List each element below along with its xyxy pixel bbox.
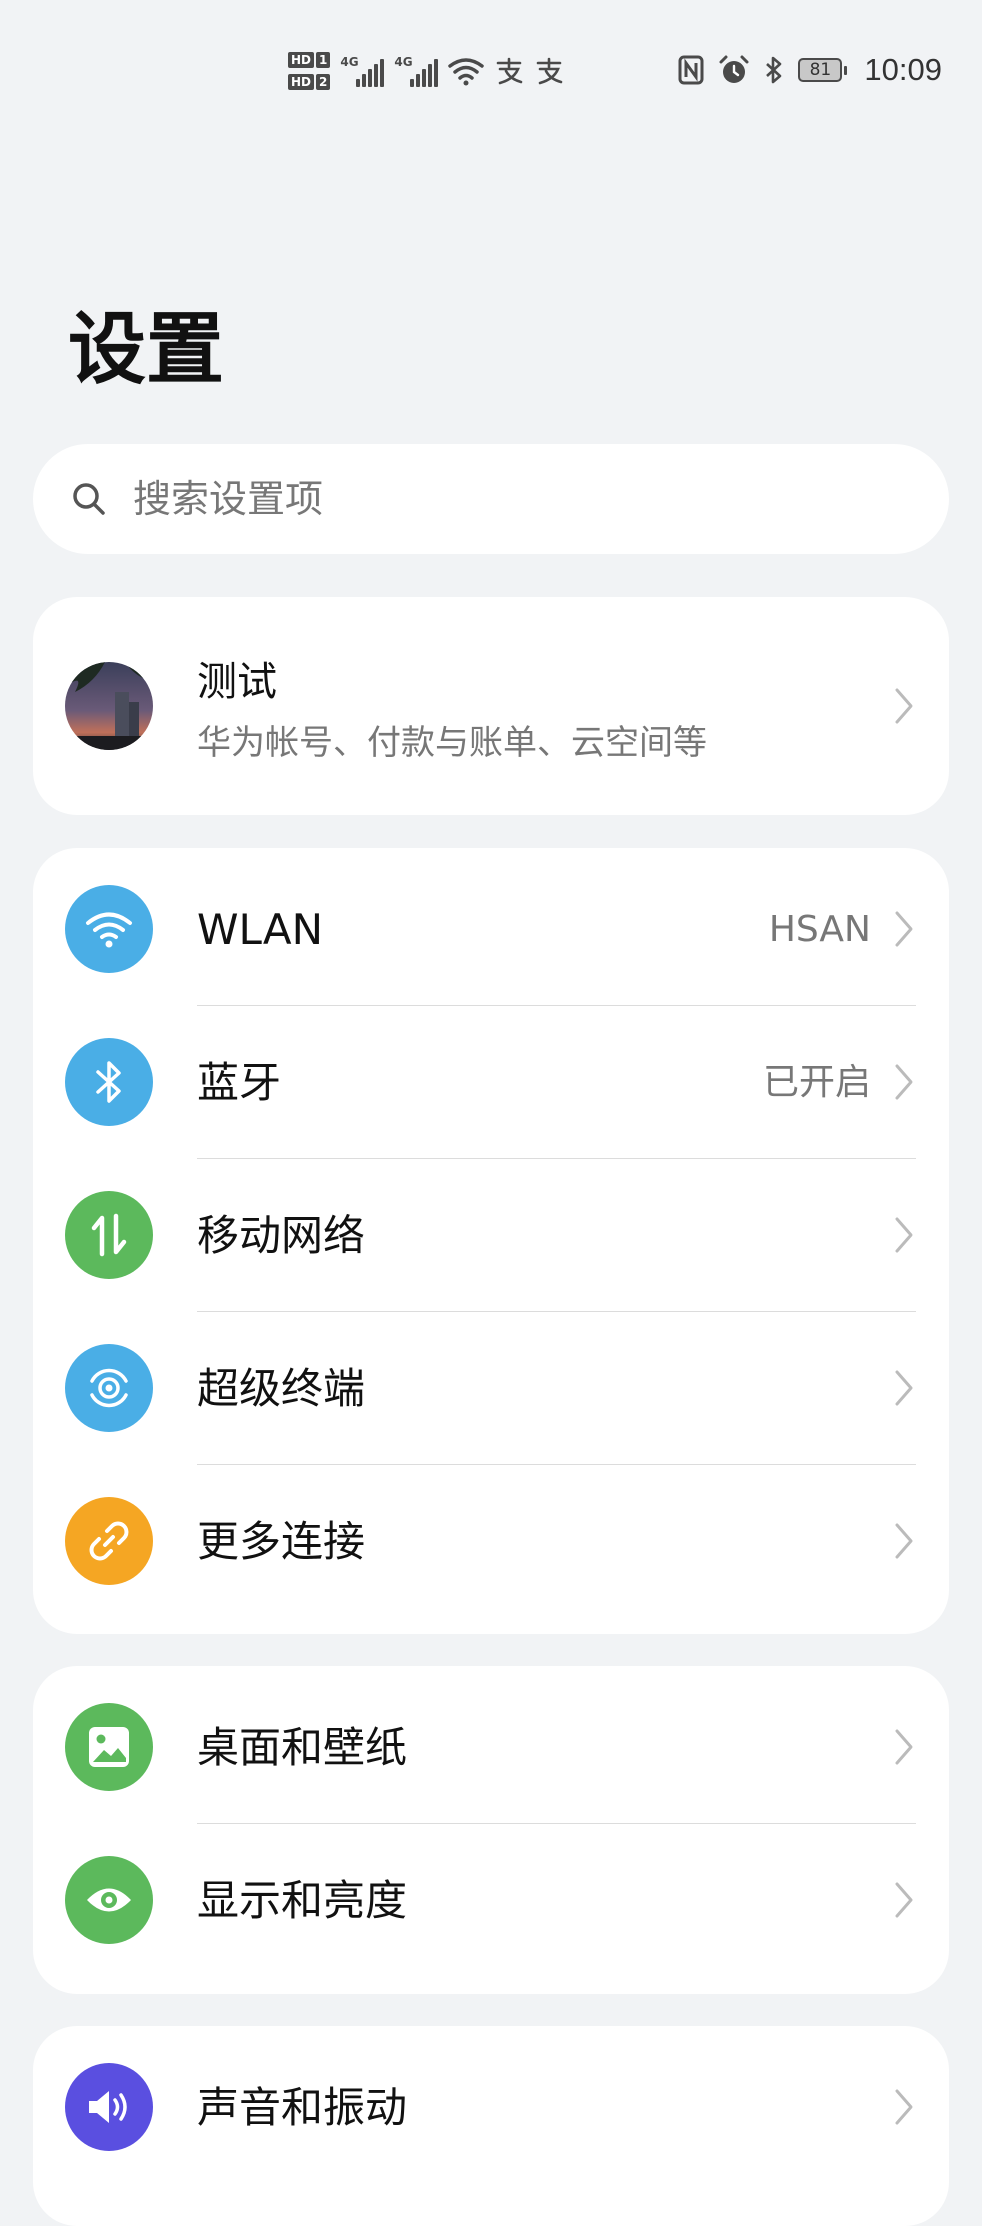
page-title: 设置 [68,305,225,395]
battery-icon: 81 [798,58,848,82]
settings-item-mobile-network[interactable]: 移动网络 [33,1159,949,1312]
sound-card: 声音和振动 [33,2026,949,2226]
chevron-right-icon [895,1370,913,1406]
speaker-icon [65,2063,153,2151]
search-input[interactable] [131,476,895,522]
settings-item-label: 蓝牙 [197,1058,282,1107]
settings-item-label: 移动网络 [197,1211,366,1260]
wifi-icon [65,885,153,973]
chevron-right-icon [895,1217,913,1253]
chevron-right-icon [895,1882,913,1918]
mobile-data-icon [65,1191,153,1279]
hd-sim2: HD 2 [288,74,331,90]
nfc-icon [678,55,704,85]
status-bar-right: 81 10:09 [678,50,942,90]
chevron-right-icon [895,2089,913,2125]
eye-icon [65,1856,153,1944]
status-bar-left: HD 1 HD 2 4G 4G [288,42,564,100]
chevron-right-icon [895,1064,913,1100]
super-device-icon [65,1344,153,1432]
signal-icon-sim2: 4G [394,55,439,87]
settings-item-sound-vibration[interactable]: 声音和振动 [33,2031,949,2184]
bluetooth-status-icon [766,56,782,84]
status-bar: HD 1 HD 2 4G 4G 81 10:09 [0,0,982,140]
account-card[interactable]: 测试 华为帐号、付款与账单、云空间等 [33,597,949,815]
connectivity-card: WLAN HSAN 蓝牙 已开启 移动网络 超级终端 更多连接 [33,848,949,1634]
display-card: 桌面和壁纸 显示和亮度 [33,1666,949,1994]
settings-item-display-brightness[interactable]: 显示和亮度 [33,1824,949,1977]
alipay-icon [537,57,563,85]
chevron-right-icon [895,1729,913,1765]
chevron-right-icon [895,911,913,947]
wifi-status-icon [448,58,485,86]
settings-item-wlan[interactable]: WLAN HSAN [33,853,949,1006]
settings-item-wallpaper[interactable]: 桌面和壁纸 [33,1671,949,1824]
alipay-icon [497,57,523,85]
settings-item-label: 更多连接 [197,1517,366,1566]
bluetooth-icon [65,1038,153,1126]
signal-icon-sim1: 4G [340,55,385,87]
search-bar[interactable] [33,444,949,554]
hd-indicators: HD 1 HD 2 [288,52,331,90]
clock: 10:09 [864,52,942,87]
account-name: 测试 [197,659,277,705]
settings-item-label: 桌面和壁纸 [197,1723,408,1772]
alarm-icon [719,55,749,83]
settings-item-label: 超级终端 [197,1364,366,1413]
settings-item-label: WLAN [197,905,324,954]
wallpaper-icon [65,1703,153,1791]
settings-item-value: HSAN [768,909,871,950]
chevron-right-icon [895,1523,913,1559]
avatar [65,662,153,750]
account-subtitle: 华为帐号、付款与账单、云空间等 [197,723,707,763]
settings-item-label: 显示和亮度 [197,1876,408,1925]
link-icon [65,1497,153,1585]
search-icon [69,479,109,519]
settings-item-super-device[interactable]: 超级终端 [33,1312,949,1465]
settings-item-bluetooth[interactable]: 蓝牙 已开启 [33,1006,949,1159]
settings-item-value: 已开启 [762,1062,871,1103]
settings-item-label: 声音和振动 [197,2083,408,2132]
settings-item-more-connections[interactable]: 更多连接 [33,1465,949,1618]
chevron-right-icon [895,688,913,724]
hd-sim1: HD 1 [288,52,331,68]
